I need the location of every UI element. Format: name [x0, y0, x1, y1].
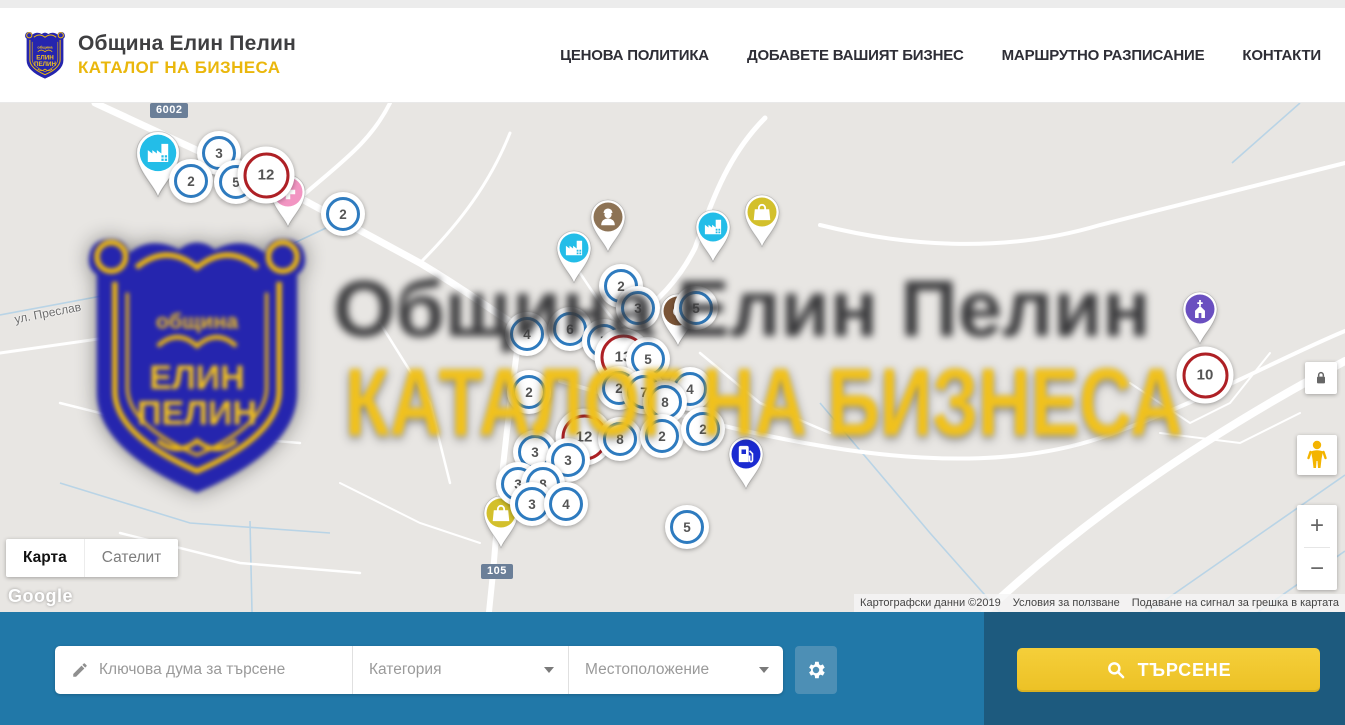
map-cluster-marker[interactable]: 2	[640, 414, 684, 458]
search-form: Категория Местоположение	[55, 646, 783, 694]
nav-pricing-policy[interactable]: ЦЕНОВА ПОЛИТИКА	[560, 47, 709, 64]
header: община ЕЛИН ПЕЛИН Община Елин Пелин КАТА…	[0, 8, 1345, 103]
cluster-count: 3	[531, 445, 539, 460]
svg-text:ПЕЛИН: ПЕЛИН	[34, 61, 56, 68]
cluster-count: 12	[258, 167, 275, 184]
nav-contacts[interactable]: КОНТАКТИ	[1242, 47, 1321, 64]
google-logo[interactable]: Google	[8, 586, 73, 607]
map-cluster-marker[interactable]: 8	[598, 417, 642, 461]
cluster-count: 2	[339, 207, 347, 222]
cluster-count: 6	[566, 322, 574, 337]
chevron-down-icon	[759, 667, 769, 673]
map-pin-factory[interactable]	[690, 206, 736, 264]
zoom-control: + −	[1297, 505, 1337, 590]
attribution-copyright: Картографски данни ©2019	[854, 594, 1007, 612]
map-type-map-button[interactable]: Карта	[6, 539, 84, 577]
map-cluster-marker[interactable]: 4	[505, 312, 549, 356]
cluster-count: 3	[528, 497, 536, 512]
cluster-count: 4	[523, 327, 531, 342]
map-cluster-marker[interactable]: 5	[674, 286, 718, 330]
cluster-count: 10	[1197, 367, 1214, 384]
advanced-settings-button[interactable]	[795, 646, 837, 694]
marker-layer: 3251222354671352274812822333834510	[0, 103, 1345, 612]
nav-route-schedule[interactable]: МАРШРУТНО РАЗПИСАНИЕ	[1002, 47, 1205, 64]
nav-add-your-business[interactable]: ДОБАВЕТЕ ВАШИЯТ БИЗНЕС	[747, 47, 964, 64]
pegman-streetview-control[interactable]	[1297, 435, 1337, 475]
cluster-count: 2	[187, 174, 195, 189]
window-top-strip	[0, 0, 1345, 8]
cluster-count: 3	[634, 301, 642, 316]
pegman-icon	[1306, 440, 1328, 470]
fuel-icon	[723, 433, 769, 491]
map-attribution: Картографски данни ©2019 Условия за полз…	[854, 594, 1345, 612]
map-cluster-marker[interactable]: 2	[169, 159, 213, 203]
map-cluster-marker[interactable]: 2	[507, 370, 551, 414]
chevron-down-icon	[544, 667, 554, 673]
main-nav: ЦЕНОВА ПОЛИТИКА ДОБАВЕТЕ ВАШИЯТ БИЗНЕС М…	[560, 47, 1321, 64]
map-pin-fuel[interactable]	[723, 433, 769, 491]
gear-icon	[805, 659, 827, 681]
location-select[interactable]: Местоположение	[568, 646, 783, 694]
factory-icon	[690, 206, 736, 264]
map-cluster-marker[interactable]: 2	[681, 407, 725, 451]
svg-text:ЕЛИН: ЕЛИН	[36, 55, 54, 62]
site-logo[interactable]: община ЕЛИН ПЕЛИН Община Елин Пелин КАТА…	[22, 28, 296, 82]
map-type-satellite-button[interactable]: Сателит	[84, 539, 178, 577]
cluster-count: 2	[699, 422, 707, 437]
pencil-icon	[71, 661, 89, 679]
map-pin-church[interactable]	[1177, 288, 1223, 346]
cluster-count: 4	[686, 382, 694, 397]
lock-icon	[1313, 370, 1329, 386]
map-type-control: Карта Сателит	[6, 539, 178, 577]
map-cluster-marker[interactable]: 3	[616, 286, 660, 330]
zoom-out-button[interactable]: −	[1297, 548, 1337, 590]
cluster-count: 5	[683, 520, 691, 535]
attribution-report-error-link[interactable]: Подаване на сигнал за грешка в картата	[1126, 594, 1345, 612]
magnifier-icon	[1106, 660, 1126, 680]
cluster-count: 4	[562, 497, 570, 512]
cluster-count: 8	[661, 395, 669, 410]
bag-icon	[739, 191, 785, 249]
factory-icon	[551, 227, 597, 285]
zoom-in-button[interactable]: +	[1297, 505, 1337, 547]
site-subtitle: КАТАЛОГ НА БИЗНЕСА	[78, 58, 296, 78]
search-submit-button[interactable]: ТЪРСЕНЕ	[1017, 648, 1320, 692]
map-cluster-marker[interactable]: 12	[238, 147, 295, 204]
cluster-count: 3	[564, 453, 572, 468]
map-pin-bag[interactable]	[739, 191, 785, 249]
lock-button[interactable]	[1305, 362, 1337, 394]
map-cluster-marker[interactable]: 4	[544, 482, 588, 526]
municipality-emblem-icon: община ЕЛИН ПЕЛИН	[22, 28, 68, 82]
attribution-terms-link[interactable]: Условия за ползване	[1007, 594, 1126, 612]
cluster-count: 2	[658, 429, 666, 444]
site-title: Община Елин Пелин	[78, 32, 296, 56]
cluster-count: 5	[692, 301, 700, 316]
cluster-count: 2	[525, 385, 533, 400]
svg-text:община: община	[37, 44, 53, 49]
cluster-count: 3	[215, 146, 223, 161]
search-bar: Категория Местоположение ТЪРСЕНЕ	[0, 612, 1345, 725]
keyword-search-input[interactable]	[99, 661, 340, 679]
cluster-count: 5	[644, 352, 652, 367]
map-cluster-marker[interactable]: 2	[321, 192, 365, 236]
map-pin-factory[interactable]	[551, 227, 597, 285]
map-cluster-marker[interactable]: 5	[665, 505, 709, 549]
keyword-field[interactable]	[55, 646, 352, 694]
search-submit-label: ТЪРСЕНЕ	[1138, 660, 1232, 681]
church-icon	[1177, 288, 1223, 346]
location-select-label: Местоположение	[585, 661, 709, 679]
map-cluster-marker[interactable]: 10	[1177, 347, 1234, 404]
map-canvas[interactable]: 6002 105 ул. Преслав бул. „Новосел 32512…	[0, 103, 1345, 612]
category-select-label: Категория	[369, 661, 441, 679]
category-select[interactable]: Категория	[352, 646, 568, 694]
cluster-count: 8	[616, 432, 624, 447]
